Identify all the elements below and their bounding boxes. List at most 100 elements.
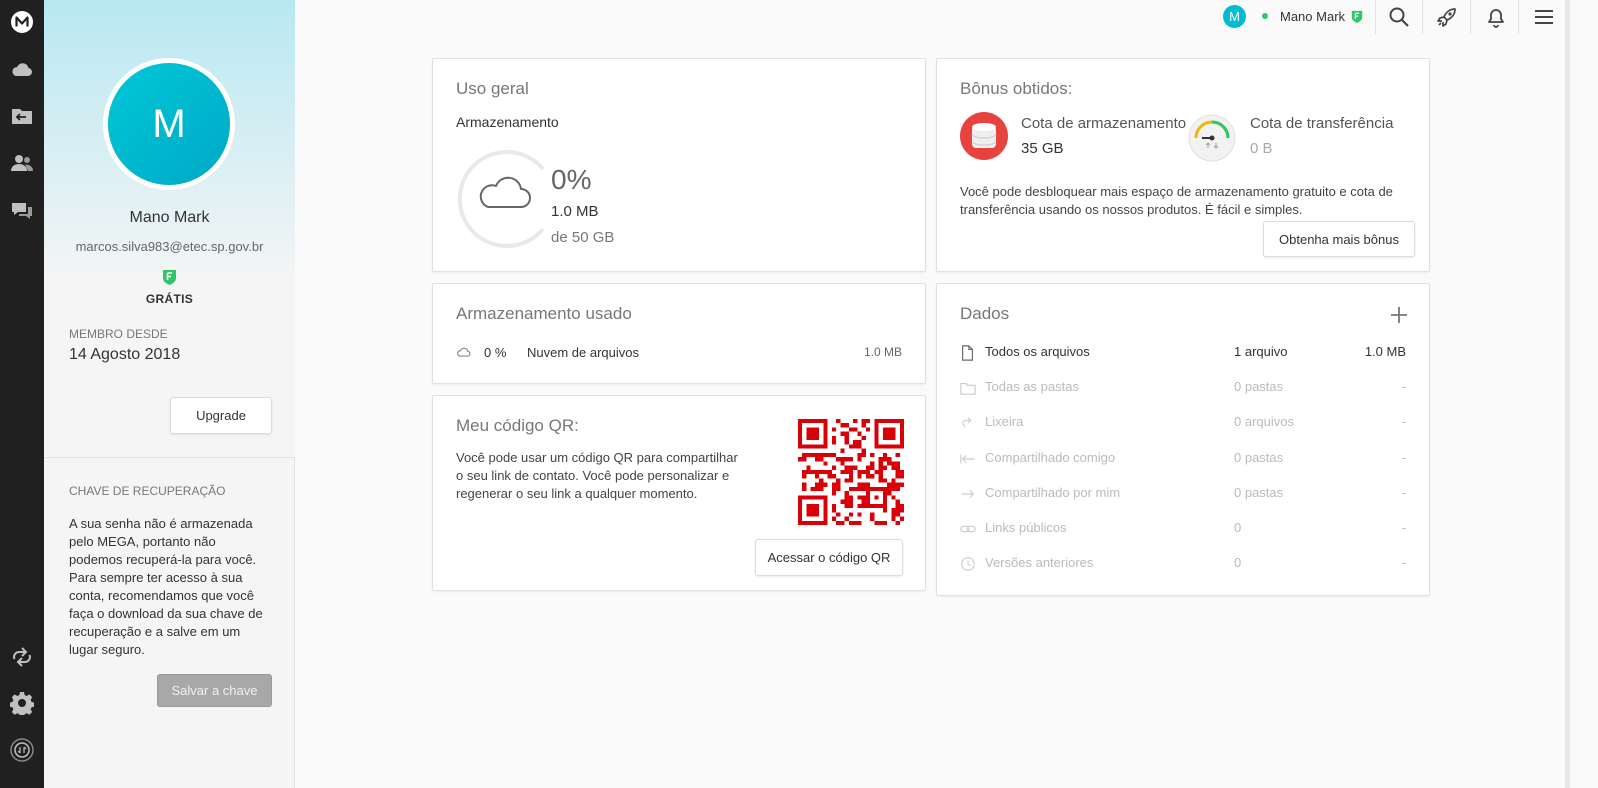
incoming-share-icon bbox=[960, 454, 975, 464]
data-row[interactable]: Compartilhado comigo 0 pastas - bbox=[960, 450, 1406, 470]
free-plan-shield-icon bbox=[163, 270, 176, 285]
storage-used-title: Armazenamento usado bbox=[456, 304, 632, 323]
topbar-avatar[interactable]: M bbox=[1223, 5, 1246, 28]
usage-ring bbox=[457, 150, 545, 248]
data-row-count: 0 pastas bbox=[1234, 484, 1284, 500]
data-row-count: 1 arquivo bbox=[1234, 344, 1288, 359]
folder-icon bbox=[960, 383, 976, 395]
data-row[interactable]: Versões anteriores 0 - bbox=[960, 555, 1406, 575]
plan-shield-icon bbox=[1351, 10, 1363, 23]
file-icon bbox=[962, 345, 974, 361]
avatar-initial: M bbox=[152, 101, 186, 146]
plan-label: GRÁTIS bbox=[145, 292, 194, 306]
data-row-size: - bbox=[1401, 484, 1406, 500]
data-card: Dados Todos os arquivos 1 arquivo 1.0 MB To… bbox=[936, 283, 1430, 596]
data-row-label: Compartilhado comigo bbox=[985, 449, 1116, 465]
data-row-count: 0 arquivos bbox=[1234, 414, 1294, 430]
storage-used-card: Armazenamento usado 0 % Nuvem de arquivo… bbox=[432, 283, 926, 384]
get-more-bonus-button[interactable]: Obtenha mais bônus bbox=[1263, 221, 1415, 257]
storage-quota-icon bbox=[960, 112, 1008, 160]
search-icon[interactable] bbox=[1387, 5, 1411, 29]
storage-quota-value: 35 GB bbox=[1021, 140, 1064, 157]
storage-used-percent: 0 % bbox=[484, 345, 507, 360]
data-row-size: - bbox=[1401, 520, 1406, 535]
cloud-icon bbox=[457, 347, 471, 357]
bonus-card: Bônus obtidos: Cota de armazenamento 35 … bbox=[936, 58, 1430, 272]
data-row-label: Todas as pastas bbox=[985, 379, 1079, 395]
storage-used-size: 1.0 MB bbox=[863, 345, 902, 359]
add-icon[interactable] bbox=[1390, 306, 1408, 324]
data-row[interactable]: Todos os arquivos 1 arquivo 1.0 MB bbox=[960, 344, 1406, 364]
data-row-count: 0 pastas bbox=[1234, 449, 1284, 465]
transfer-quota-value: 0 B bbox=[1250, 140, 1273, 157]
online-status-dot bbox=[1262, 13, 1268, 19]
versions-icon bbox=[961, 557, 975, 571]
access-qr-button[interactable]: Acessar o código QR bbox=[755, 539, 903, 576]
settings-icon[interactable] bbox=[7, 688, 37, 718]
data-row-count: 0 bbox=[1234, 520, 1242, 535]
data-row-count: 0 pastas bbox=[1234, 379, 1284, 395]
topbar-divider bbox=[1375, 0, 1376, 34]
data-row-size: - bbox=[1401, 414, 1406, 430]
data-row[interactable]: Links públicos 0 - bbox=[960, 520, 1406, 540]
rocket-icon[interactable] bbox=[1435, 5, 1459, 29]
contacts-icon[interactable] bbox=[7, 148, 37, 178]
sync-icon[interactable] bbox=[7, 642, 37, 672]
data-row[interactable]: Lixeira 0 arquivos - bbox=[960, 414, 1406, 434]
member-since-label: MEMBRO DESDE bbox=[69, 327, 168, 341]
usage-percent: 0% bbox=[551, 164, 592, 195]
qr-description: Você pode usar um código QR para compart… bbox=[456, 450, 738, 501]
data-row-size: - bbox=[1401, 555, 1406, 571]
topbar-user-name[interactable]: Mano Mark bbox=[1280, 9, 1345, 24]
recovery-key-title: CHAVE DE RECUPERAÇÃO bbox=[69, 484, 226, 498]
profile-panel: M Mano Mark marcos.silva983@etec.sp.gov.… bbox=[44, 0, 295, 788]
user-email: marcos.silva983@etec.sp.gov.br bbox=[75, 239, 264, 254]
data-row-label: Todos os arquivos bbox=[985, 344, 1090, 359]
usage-total: de 50 GB bbox=[551, 229, 615, 246]
data-row-label: Versões anteriores bbox=[985, 555, 1094, 571]
cloud-drive-icon[interactable] bbox=[7, 55, 37, 85]
recovery-key-text: A sua senha não é armazenada pelo MEGA, … bbox=[69, 516, 263, 657]
data-row-label: Compartilhado por mim bbox=[985, 484, 1121, 500]
data-row-label: Lixeira bbox=[985, 414, 1024, 430]
data-row-size: 1.0 MB bbox=[1364, 344, 1406, 359]
avatar[interactable]: M bbox=[103, 58, 235, 190]
user-name: Mano Mark bbox=[129, 209, 210, 226]
topbar-divider bbox=[1518, 0, 1519, 34]
transfer-quota-label: Cota de transferência bbox=[1250, 115, 1394, 132]
transfers-icon[interactable] bbox=[7, 735, 37, 765]
usage-subtitle: Armazenamento bbox=[456, 114, 559, 130]
transfer-quota-icon bbox=[1188, 114, 1236, 162]
data-row[interactable]: Compartilhado por mim 0 pastas - bbox=[960, 485, 1406, 505]
upgrade-button[interactable]: Upgrade bbox=[170, 397, 272, 434]
menu-icon[interactable] bbox=[1532, 5, 1556, 29]
usage-used: 1.0 MB bbox=[551, 203, 599, 220]
chat-icon[interactable] bbox=[7, 196, 37, 226]
top-bar: M Mano Mark bbox=[0, 0, 1598, 34]
app-rail bbox=[0, 0, 44, 788]
qr-title: Meu código QR: bbox=[456, 416, 579, 435]
save-key-button[interactable]: Salvar a chave bbox=[157, 674, 272, 707]
topbar-divider bbox=[1422, 0, 1423, 34]
topbar-divider bbox=[1470, 0, 1471, 34]
storage-quota-label: Cota de armazenamento bbox=[1021, 115, 1187, 132]
usage-title: Uso geral bbox=[456, 79, 529, 98]
qr-card: Meu código QR: Você pode usar um código … bbox=[432, 395, 926, 591]
member-since-date: 14 Agosto 2018 bbox=[69, 346, 181, 363]
bonus-description: Você pode desbloquear mais espaço de arm… bbox=[960, 184, 1393, 217]
bonus-title: Bônus obtidos: bbox=[960, 79, 1073, 98]
bell-icon[interactable] bbox=[1484, 5, 1508, 29]
rubbish-bin-icon bbox=[962, 417, 972, 428]
scrollbar[interactable] bbox=[1565, 0, 1570, 788]
qr-code-image bbox=[798, 419, 904, 525]
data-row-label: Links públicos bbox=[985, 520, 1067, 535]
usage-card: Uso geral Armazenamento 0% 1.0 MB de 50 … bbox=[432, 58, 926, 272]
data-row-count: 0 bbox=[1234, 555, 1242, 571]
data-row-size: - bbox=[1401, 449, 1406, 465]
data-row[interactable]: Todas as pastas 0 pastas - bbox=[960, 379, 1406, 399]
storage-used-label: Nuvem de arquivos bbox=[527, 345, 639, 360]
shared-folders-icon[interactable] bbox=[7, 101, 37, 131]
outgoing-share-icon bbox=[961, 489, 975, 498]
data-title: Dados bbox=[960, 304, 1010, 323]
data-row-size: - bbox=[1401, 379, 1406, 395]
